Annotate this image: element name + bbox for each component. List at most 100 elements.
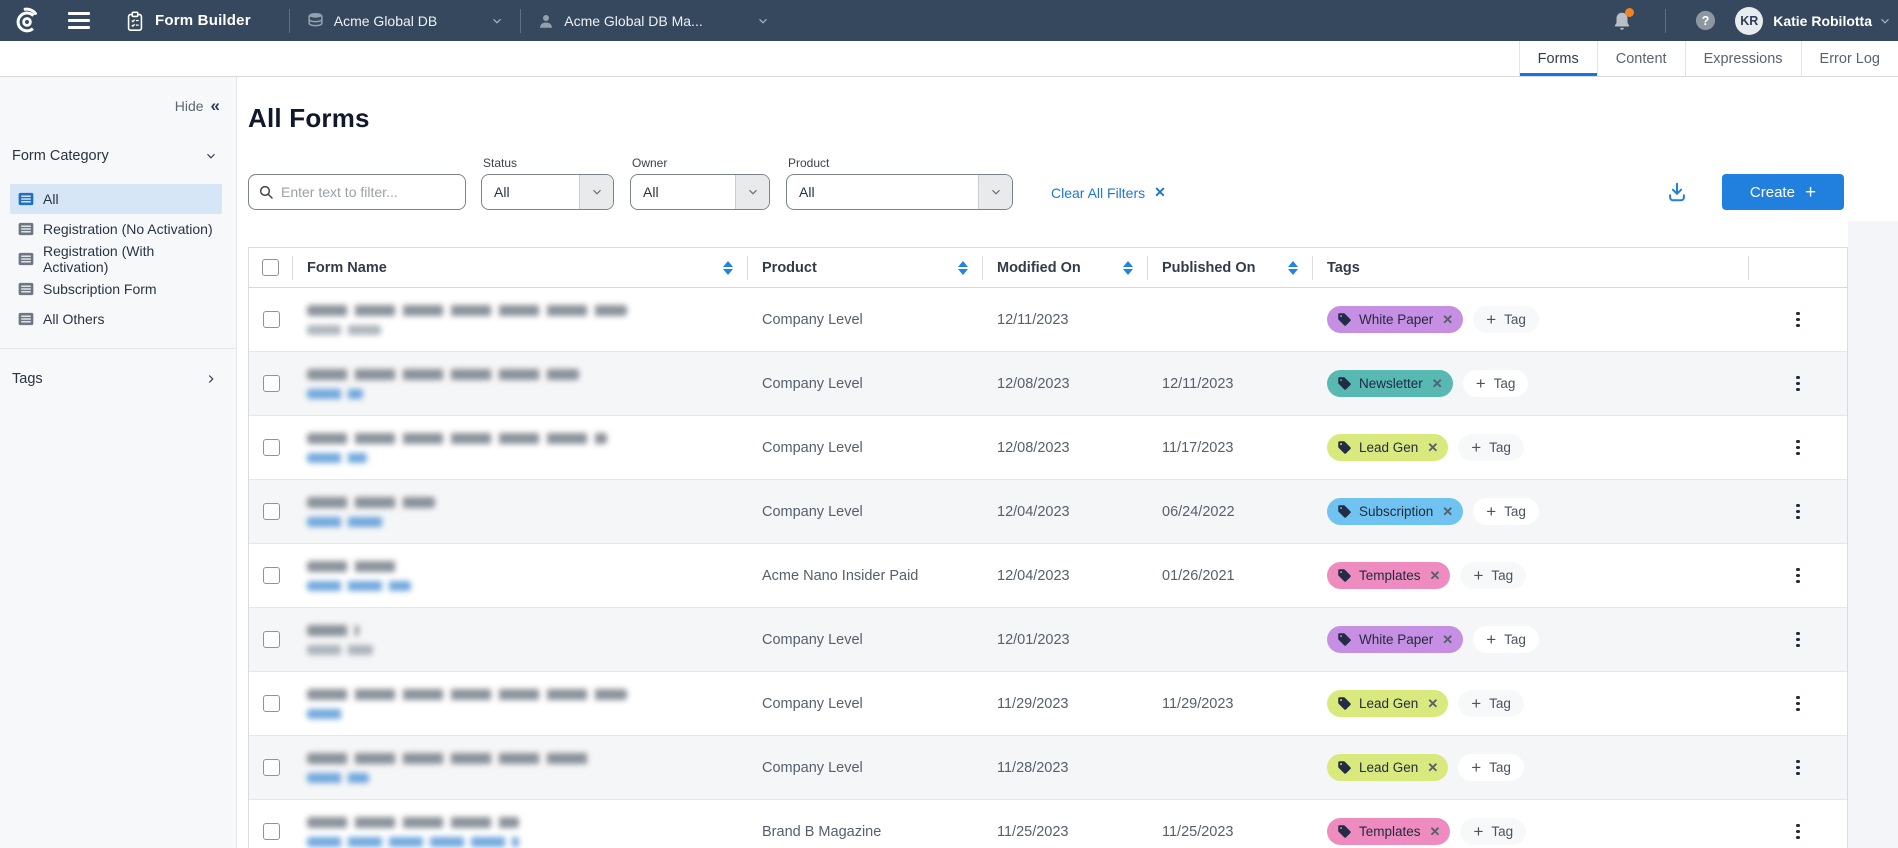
row-checkbox[interactable]: [263, 631, 280, 648]
tag-chip-templates[interactable]: Templates✕: [1327, 562, 1450, 589]
sort-icon[interactable]: [1288, 261, 1298, 275]
tags-section-header[interactable]: Tags: [12, 371, 218, 387]
form-category-header[interactable]: Form Category: [12, 148, 218, 164]
remove-tag-icon[interactable]: ✕: [1430, 824, 1441, 840]
sidebar-item-registration-no-activation[interactable]: Registration (No Activation): [10, 214, 222, 244]
row-menu-kebab-icon[interactable]: [1790, 692, 1806, 716]
help-button[interactable]: ?: [1694, 9, 1717, 32]
remove-tag-icon[interactable]: ✕: [1430, 568, 1441, 584]
remove-tag-icon[interactable]: ✕: [1432, 376, 1443, 392]
select-caret[interactable]: [978, 175, 1012, 209]
tag-chip-white-paper[interactable]: White Paper✕: [1327, 306, 1463, 333]
search-box: [248, 174, 466, 210]
tag-label: Templates: [1359, 824, 1421, 839]
database-selector[interactable]: Acme Global DB: [306, 11, 504, 30]
hide-sidebar-button[interactable]: Hide «: [10, 89, 222, 114]
select-caret[interactable]: [579, 175, 613, 209]
add-tag-button[interactable]: +Tag: [1463, 370, 1529, 397]
tag-icon: [1337, 568, 1352, 583]
tag-chip-templates[interactable]: Templates ✕: [1327, 818, 1450, 845]
row-checkbox[interactable]: [263, 439, 280, 456]
remove-tag-icon[interactable]: ✕: [1442, 312, 1453, 328]
toolbar-right: Create +: [1666, 174, 1898, 210]
filter-text-input[interactable]: [248, 174, 466, 210]
sidebar-item-all[interactable]: All: [10, 184, 222, 214]
add-tag-button[interactable]: +Tag: [1473, 498, 1539, 525]
row-checkbox[interactable]: [263, 375, 280, 392]
user-avatar[interactable]: KR: [1735, 7, 1763, 35]
form-link-redacted[interactable]: [307, 389, 363, 399]
row-checkbox[interactable]: [263, 567, 280, 584]
row-checkbox[interactable]: [263, 311, 280, 328]
row-menu-kebab-icon[interactable]: [1790, 564, 1806, 588]
create-button[interactable]: Create +: [1722, 174, 1844, 210]
tag-chip-white-paper[interactable]: White Paper✕: [1327, 626, 1463, 653]
chevron-down-icon[interactable]: [1878, 14, 1892, 28]
tag-chip-lead-gen[interactable]: Lead Gen✕: [1327, 690, 1448, 717]
add-tag-button[interactable]: +Tag: [1460, 818, 1526, 845]
add-tag-button[interactable]: +Tag: [1460, 562, 1526, 589]
row-menu-kebab-icon[interactable]: [1790, 500, 1806, 524]
select-caret[interactable]: [735, 175, 769, 209]
form-link-redacted[interactable]: [307, 837, 519, 847]
sort-icon[interactable]: [723, 261, 733, 275]
add-tag-button[interactable]: +Tag: [1458, 434, 1524, 461]
marketing-db-selector[interactable]: Acme Global DB Ma...: [537, 12, 770, 30]
row-checkbox[interactable]: [263, 503, 280, 520]
remove-tag-icon[interactable]: ✕: [1442, 632, 1453, 648]
row-checkbox[interactable]: [263, 823, 280, 840]
column-header-product[interactable]: Product: [748, 256, 983, 280]
row-menu-kebab-icon[interactable]: [1790, 308, 1806, 332]
notifications-button[interactable]: [1611, 10, 1633, 32]
sidebar-item-subscription-form[interactable]: Subscription Form: [10, 274, 222, 304]
tab-expressions[interactable]: Expressions: [1685, 41, 1801, 76]
sort-icon[interactable]: [1123, 261, 1133, 275]
row-checkbox[interactable]: [263, 695, 280, 712]
product-select[interactable]: All: [786, 174, 1013, 210]
tag-chip-subscription[interactable]: Subscription✕: [1327, 498, 1463, 525]
select-all-checkbox[interactable]: [262, 259, 279, 276]
tab-content[interactable]: Content: [1597, 41, 1685, 76]
menu-icon[interactable]: [68, 12, 90, 29]
sidebar-item-all-others[interactable]: All Others: [10, 304, 222, 334]
sidebar-item-registration-with-activation[interactable]: Registration (With Activation): [10, 244, 222, 274]
magnifier-icon: [258, 184, 274, 200]
form-link-redacted[interactable]: [307, 517, 387, 527]
row-menu-kebab-icon[interactable]: [1790, 628, 1806, 652]
add-tag-button[interactable]: +Tag: [1473, 306, 1539, 333]
tab-forms[interactable]: Forms: [1519, 41, 1597, 76]
remove-tag-icon[interactable]: ✕: [1442, 504, 1453, 520]
row-menu-kebab-icon[interactable]: [1790, 372, 1806, 396]
download-button[interactable]: [1666, 181, 1688, 203]
remove-tag-icon[interactable]: ✕: [1427, 696, 1438, 712]
filter-status: StatusAll: [481, 156, 614, 210]
row-menu-kebab-icon[interactable]: [1790, 820, 1806, 844]
tag-icon: [1337, 312, 1352, 327]
column-header-published-on[interactable]: Published On: [1148, 256, 1313, 280]
acoustic-logo-icon[interactable]: [12, 6, 42, 36]
tag-chip-lead-gen[interactable]: Lead Gen✕: [1327, 434, 1448, 461]
column-header-modified-on[interactable]: Modified On: [983, 256, 1148, 280]
owner-select[interactable]: All: [630, 174, 770, 210]
user-name[interactable]: Katie Robilotta: [1773, 13, 1872, 29]
add-tag-button[interactable]: +Tag: [1458, 754, 1524, 781]
row-menu-kebab-icon[interactable]: [1790, 436, 1806, 460]
column-header-form-name[interactable]: Form Name: [293, 256, 748, 280]
form-link-redacted[interactable]: [307, 709, 345, 719]
form-link-redacted[interactable]: [307, 581, 411, 591]
form-link-redacted[interactable]: [307, 453, 367, 463]
tag-chip-lead-gen[interactable]: Lead Gen✕: [1327, 754, 1448, 781]
row-checkbox[interactable]: [263, 759, 280, 776]
clear-all-filters-button[interactable]: Clear All Filters ✕: [1051, 184, 1166, 201]
app-home[interactable]: Form Builder: [124, 10, 251, 32]
form-link-redacted[interactable]: [307, 773, 369, 783]
row-menu-kebab-icon[interactable]: [1790, 756, 1806, 780]
remove-tag-icon[interactable]: ✕: [1427, 760, 1438, 776]
tab-error-log[interactable]: Error Log: [1801, 41, 1898, 76]
status-select[interactable]: All: [481, 174, 614, 210]
remove-tag-icon[interactable]: ✕: [1427, 440, 1438, 456]
sort-icon[interactable]: [958, 261, 968, 275]
add-tag-button[interactable]: +Tag: [1458, 690, 1524, 717]
tag-chip-newsletter[interactable]: Newsletter✕: [1327, 370, 1453, 397]
add-tag-button[interactable]: +Tag: [1473, 626, 1539, 653]
